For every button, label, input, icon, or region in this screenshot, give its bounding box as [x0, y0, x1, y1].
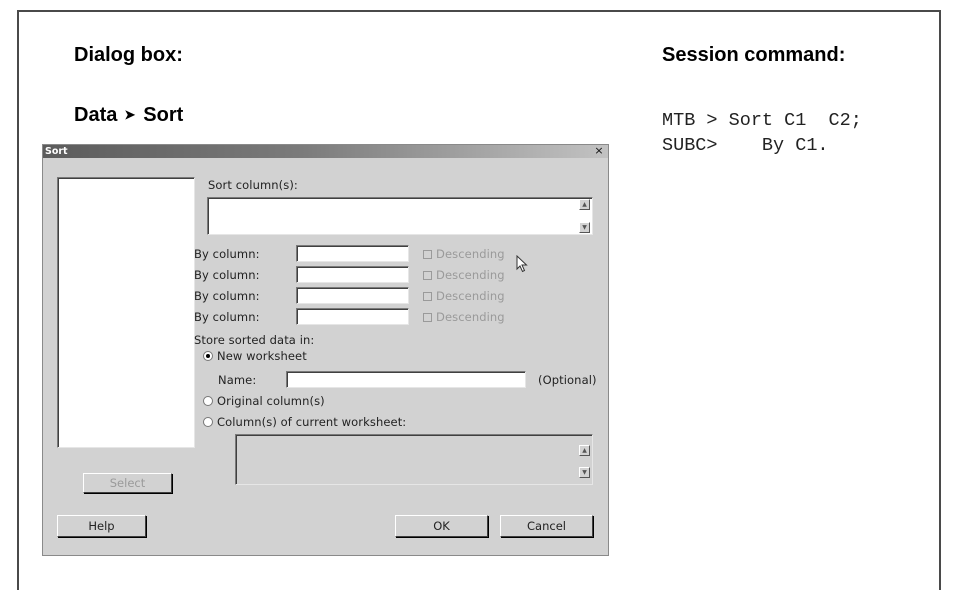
sort-columns-label: Sort column(s):: [208, 178, 298, 192]
sort-dialog: Sort × Sort column(s): ▲ ▼ By column: De…: [42, 144, 609, 556]
descending-label-2: Descending: [436, 268, 505, 282]
scroll-up-icon[interactable]: ▲: [579, 445, 590, 456]
scroll-down-icon[interactable]: ▼: [579, 222, 590, 233]
by-column-label-3: By column:: [194, 289, 260, 303]
name-label: Name:: [218, 373, 257, 387]
radio-current-worksheet[interactable]: [203, 417, 213, 427]
original-columns-label: Original column(s): [217, 394, 325, 408]
descending-checkbox-3[interactable]: [423, 292, 432, 301]
column-list-box[interactable]: [57, 177, 195, 448]
session-command-heading: Session command:: [662, 44, 846, 66]
mouse-pointer-icon: [516, 255, 528, 273]
descending-label-4: Descending: [436, 310, 505, 324]
dialog-title: Sort: [45, 146, 68, 157]
by-column-field-3[interactable]: [296, 287, 409, 304]
store-sorted-label: Store sorted data in:: [194, 333, 315, 347]
by-column-field-2[interactable]: [296, 266, 409, 283]
descending-checkbox-4[interactable]: [423, 313, 432, 322]
scroll-up-icon[interactable]: ▲: [579, 199, 590, 210]
session-line-2: SUBC> By C1.: [662, 135, 829, 156]
by-column-field-4[interactable]: [296, 308, 409, 325]
help-button[interactable]: Help: [57, 515, 146, 537]
current-worksheet-label: Column(s) of current worksheet:: [217, 415, 407, 429]
new-worksheet-label: New worksheet: [217, 349, 307, 363]
arrow-right-icon: ➤: [124, 107, 136, 122]
current-worksheet-columns-field[interactable]: ▲ ▼: [235, 434, 593, 485]
menu-name: Data: [74, 104, 118, 126]
sort-columns-field[interactable]: ▲ ▼: [207, 197, 593, 235]
descending-checkbox-2[interactable]: [423, 271, 432, 280]
menu-path: Data ➤ Sort: [74, 104, 183, 127]
dialog-box-heading: Dialog box:: [74, 44, 183, 66]
cancel-button[interactable]: Cancel: [500, 515, 593, 537]
name-field[interactable]: [286, 371, 526, 388]
menu-item-name: Sort: [143, 104, 184, 126]
descending-label-3: Descending: [436, 289, 505, 303]
session-line-1: MTB > Sort C1 C2;: [662, 110, 862, 131]
radio-new-worksheet[interactable]: [203, 351, 213, 361]
descending-checkbox-1[interactable]: [423, 250, 432, 259]
optional-label: (Optional): [538, 373, 597, 387]
radio-original-columns[interactable]: [203, 396, 213, 406]
by-column-label-2: By column:: [194, 268, 260, 282]
select-button[interactable]: Select: [83, 473, 172, 493]
ok-button[interactable]: OK: [395, 515, 488, 537]
close-icon[interactable]: ×: [592, 145, 606, 157]
descending-label-1: Descending: [436, 247, 505, 261]
by-column-label-1: By column:: [194, 247, 260, 261]
dialog-titlebar: Sort ×: [43, 145, 608, 158]
by-column-label-4: By column:: [194, 310, 260, 324]
by-column-field-1[interactable]: [296, 245, 409, 262]
scroll-down-icon[interactable]: ▼: [579, 467, 590, 478]
